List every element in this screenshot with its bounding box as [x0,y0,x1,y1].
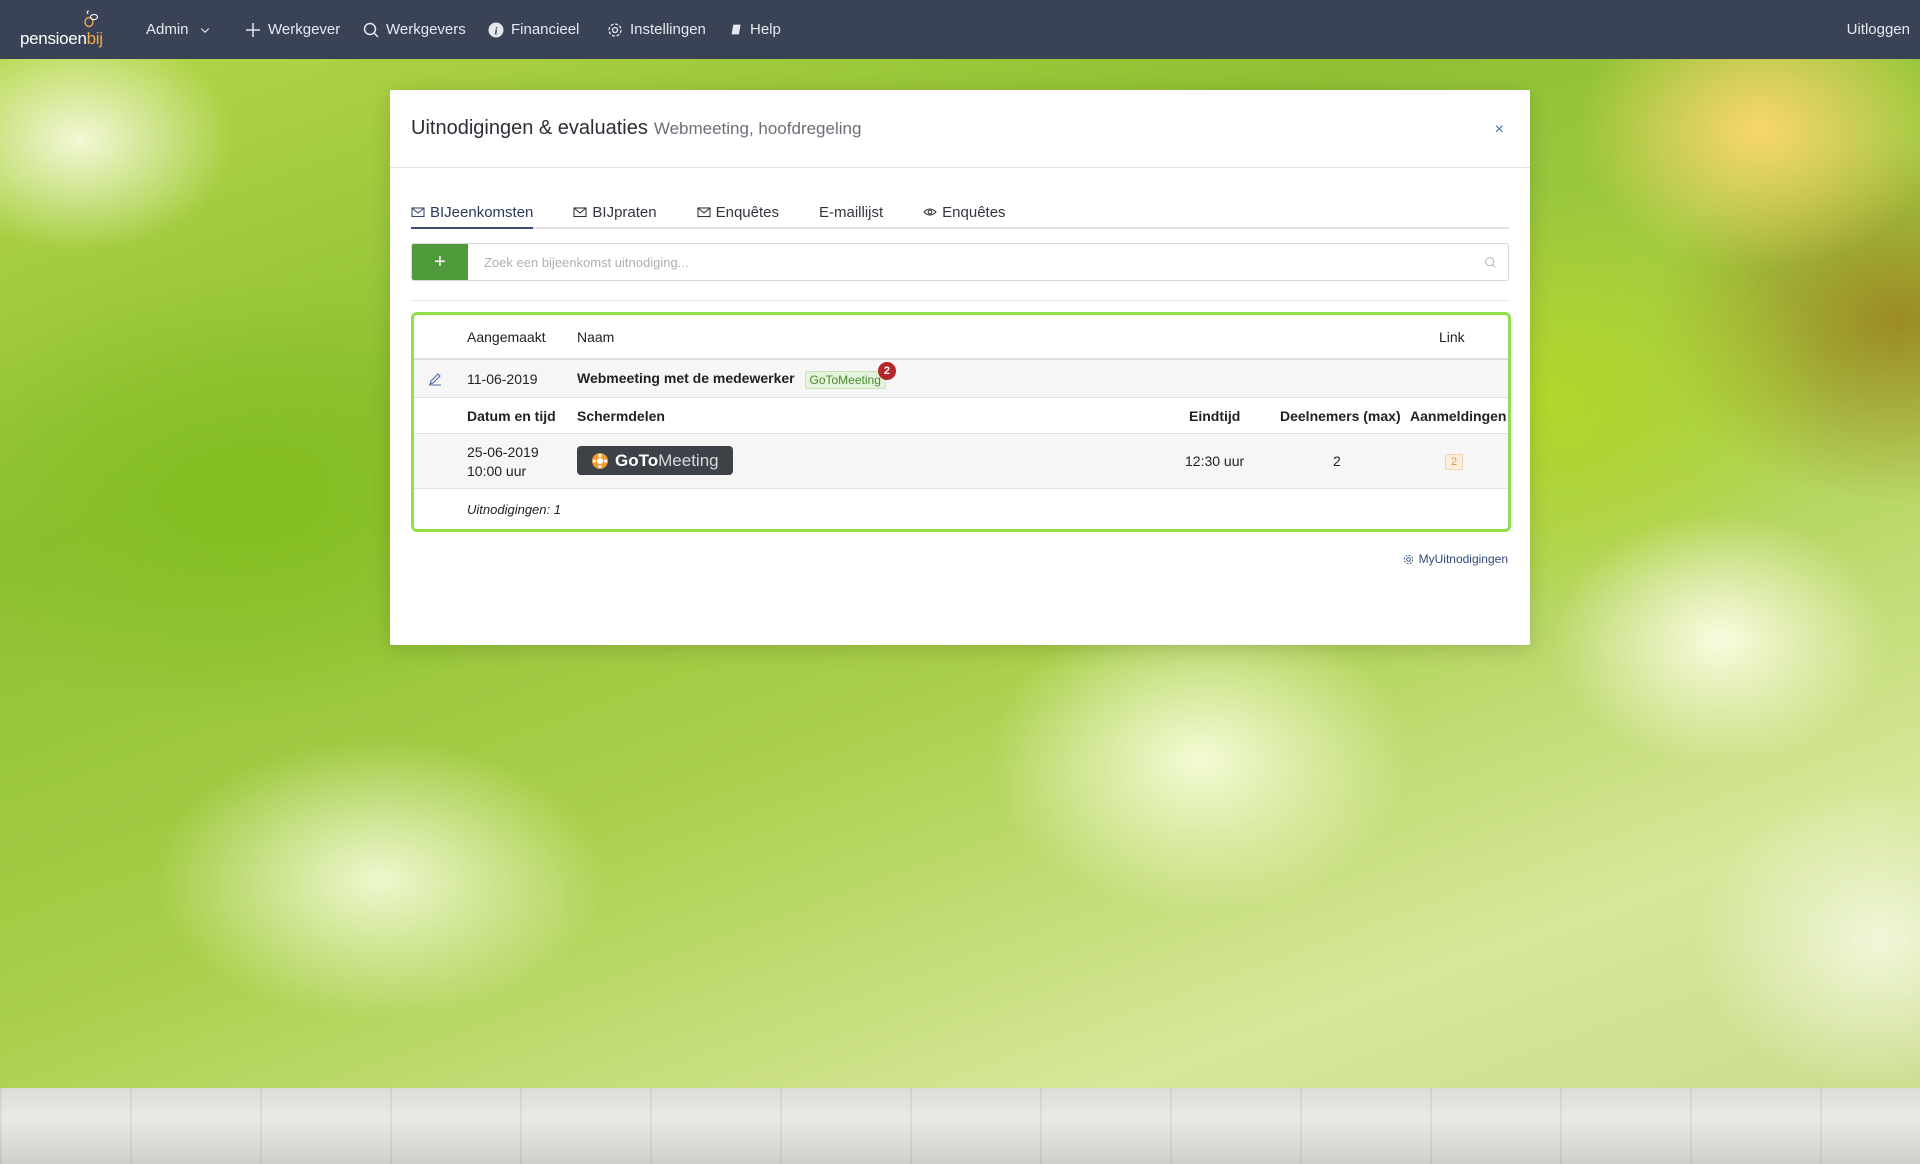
subheader-datum: Datum en tijd [467,407,556,424]
modal-header: Uitnodigingen & evaluaties Webmeeting, h… [390,90,1530,168]
invitation-panel: Aangemaakt Naam Link 11-06-2019 Webmeeti… [411,312,1511,532]
gotomeeting-logo[interactable]: GoToMeeting [577,446,733,475]
top-navbar: pensioenbij Admin Werkgever Werkgevers i… [0,0,1920,59]
gear-icon [608,22,622,37]
admin-menu[interactable]: Admin [146,0,211,59]
nav-financieel-label: Financieel [511,21,580,38]
tab-e-maillijst[interactable]: E-maillijst [819,197,883,227]
add-button[interactable]: + [412,244,468,280]
header-link: Link [1439,328,1465,345]
table-row-session[interactable]: 25-06-2019 10:00 uur GoToMeeting 12:30 u… [414,434,1508,489]
table-subheader-row: Datum en tijd Schermdelen Eindtijd Deeln… [414,398,1508,434]
nav-werkgevers[interactable]: Werkgevers [363,0,466,59]
book-icon [731,24,741,35]
gotomeeting-tag-label: GoToMeeting [809,372,881,387]
logo-text: pensioenbij [20,29,103,48]
gotomeeting-logo-box: GoToMeeting [577,446,733,475]
divider [411,300,1509,301]
logout-label: Uitloggen [1846,21,1910,38]
search-icon[interactable] [1472,244,1508,280]
subheader-aanmeldingen: Aanmeldingen [1410,407,1507,424]
invite-date: 11-06-2019 [467,370,538,387]
subheader-eindtijd: Eindtijd [1189,407,1241,424]
count-badge: 2 [877,361,896,380]
aanmeldingen-badge[interactable]: 2 [1445,454,1464,470]
invitations-modal: Uitnodigingen & evaluaties Webmeeting, h… [390,90,1530,645]
table-footer-row: Uitnodigingen: 1 [414,489,1508,529]
edit-icon[interactable] [428,372,442,386]
logout-link[interactable]: Uitloggen [1847,0,1910,59]
info-icon: i [488,22,504,37]
table-row-invite[interactable]: 11-06-2019 Webmeeting met de medewerker … [414,360,1508,398]
session-aanmeldingen-cell[interactable]: 2 [1445,452,1464,470]
tab-e-maillijst-label: E-maillijst [819,203,884,221]
nav-financieel[interactable]: i Financieel [488,0,579,59]
subheader-schermdelen: Schermdelen [577,407,665,424]
eye-icon [923,208,937,216]
tab-bijpraten-label: BIJpraten [592,203,657,221]
nav-instellingen-label: Instellingen [630,21,706,38]
plus-icon [246,22,260,37]
nav-werkgever-label: Werkgever [268,21,341,38]
session-date: 25-06-2019 [467,444,539,460]
invite-name: Webmeeting met de medewerker [577,369,795,386]
nav-help[interactable]: Help [730,0,781,59]
gotomeeting-logo-light: Meeting [658,450,719,470]
close-button[interactable]: × [1495,121,1504,139]
background-floor [0,1088,1920,1164]
nav-instellingen[interactable]: Instellingen [607,0,706,59]
gotomeeting-logo-bold: GoTo [615,450,659,470]
modal-title: Uitnodigingen & evaluaties [411,117,648,139]
tab-bar: BIJeenkomsten BIJpraten Enquêtes E-maill… [411,197,1509,229]
tab-enquetes-mail-label: Enquêtes [715,203,779,221]
envelope-icon [697,207,711,218]
gotomeeting-tag: GoToMeeting 2 [804,361,896,389]
tab-bijpraten[interactable]: BIJpraten [573,197,657,227]
subheader-deelnemers: Deelnemers (max) [1280,407,1401,424]
table-header-row: Aangemaakt Naam Link [414,315,1508,360]
envelope-icon [573,207,587,218]
search-icon [363,22,379,38]
search-input[interactable] [468,244,1472,280]
bee-icon [84,10,99,28]
logo[interactable]: pensioenbij [20,10,104,48]
modal-subtitle: Webmeeting, hoofdregeling [653,118,862,138]
tab-bijeenkomsten[interactable]: BIJeenkomsten [411,197,534,229]
invite-name-wrap: Webmeeting met de medewerker GoToMeeting… [577,361,896,389]
invitation-count: Uitnodigingen: 1 [467,501,561,517]
my-uitnodigingen-label: MyUitnodigingen [1418,552,1508,566]
session-datetime: 25-06-2019 10:00 uur [467,443,539,481]
my-uitnodigingen-link[interactable]: MyUitnodigingen [1403,552,1508,566]
tab-enquetes-view[interactable]: Enquêtes [923,197,1006,227]
header-aangemaakt: Aangemaakt [467,328,546,345]
session-eindtijd: 12:30 uur [1185,453,1245,469]
gear-icon [1403,554,1413,564]
tab-enquetes-mail[interactable]: Enquêtes [697,197,779,227]
nav-werkgevers-label: Werkgevers [386,21,466,38]
session-deelnemers: 2 [1333,453,1341,469]
tab-bijeenkomsten-label: BIJeenkomsten [430,203,534,221]
header-naam: Naam [577,328,615,345]
session-time: 10:00 uur [467,463,527,479]
nav-werkgever[interactable]: Werkgever [245,0,340,59]
envelope-icon [411,207,425,218]
tab-enquetes-view-label: Enquêtes [942,203,1006,221]
admin-label: Admin [146,21,189,38]
gotomeeting-flower-icon [592,452,608,469]
nav-help-label: Help [750,21,781,38]
search-bar: + [411,243,1509,281]
chevron-down-icon [200,27,209,33]
